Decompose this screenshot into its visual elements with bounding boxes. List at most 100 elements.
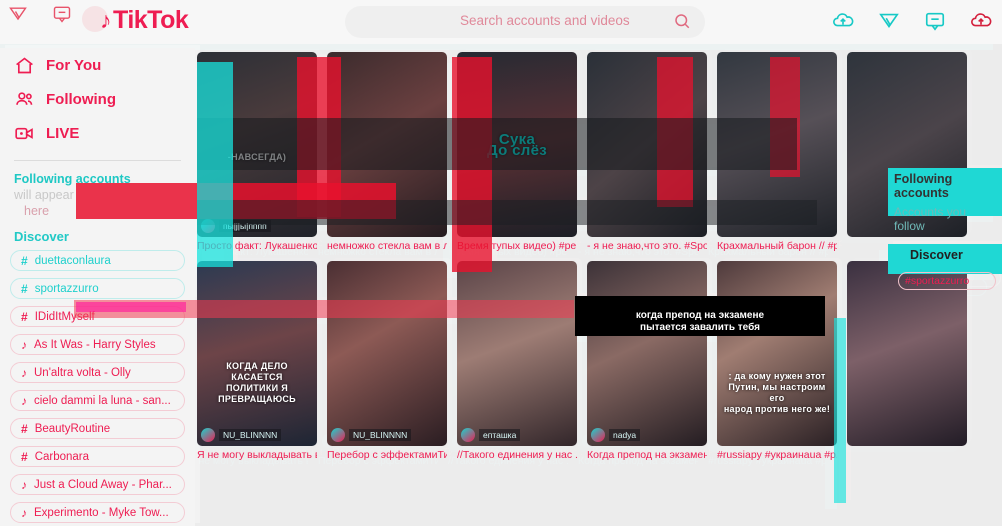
discover-chip[interactable]: ♪ Just a Cloud Away - Phar... [10,474,185,495]
glitch-band-cyan-2 [834,318,846,503]
discover-chip[interactable]: ♪ cielo dammi la luna - san... [10,390,185,411]
sidebar-item-for-you[interactable]: For You [0,48,195,82]
right-ghost-following-panel: Following accounts Accounts you follow [888,168,1002,233]
video-user-bar[interactable]: nadya [591,428,703,442]
tiktok-app-window: ♪TikTok Search accounts and videos [0,0,1002,526]
discover-chip[interactable]: # duettaconlaura [10,250,185,271]
video-card[interactable] [847,261,967,462]
avatar[interactable] [591,428,605,442]
discover-chip-label: BeautyRoutine [34,422,111,435]
discover-chip[interactable]: ♪ Un'altra volta - Olly [10,362,185,383]
video-thumbnail[interactable]: NU_BLINNNN [327,261,447,446]
glitch-band-dark-1 [197,118,797,170]
discover-chip-label: Just a Cloud Away - Phar... [34,478,172,491]
video-user-bar[interactable]: епташка [461,428,573,442]
avatar[interactable] [201,428,215,442]
search-input[interactable]: Search accounts and videos [460,13,630,28]
video-thumbnail[interactable]: : да кому нужен этот Путин, мы настроим … [717,261,837,446]
glitch-band-cyan-1 [197,62,233,267]
message-icon[interactable] [52,4,72,24]
thumbnail-image [587,261,707,446]
discover-chip[interactable]: # Carbonara [10,446,185,467]
right-ghost-chip[interactable]: #sportazzurro [898,272,996,290]
discover-chip-label: duettaconlaura [34,254,111,267]
video-username: NU_BLINNNN [219,429,282,441]
discover-chip[interactable]: # BeautyRoutine [10,418,185,439]
music-note-icon: ♪ [21,505,27,520]
sidebar-divider [14,160,181,161]
video-user-bar[interactable]: NU_BLINNNN [201,428,313,442]
thumbnail-image [717,261,837,446]
floating-caption-text: когда препод на экзамене пытается завали… [635,310,765,333]
right-ghost-subtitle: Accounts you follow [894,205,967,233]
header-ghost-icons [8,4,72,24]
sidebar-label-for-you: For You [46,56,102,74]
feed-row-2: КОГДА ДЕЛО КАСАЕТСЯ ПОЛИТИКИ Я ПРЕВРАЩАЮ… [197,261,1002,462]
hashtag-icon: # [21,309,28,324]
discover-chip[interactable]: ♪ Experimento - Myke Tow... [10,502,185,523]
discover-chip[interactable]: # sportazzurro [10,278,185,299]
right-ghost-title: Following accounts [894,172,953,200]
video-user-bar[interactable]: NU_BLINNNN [331,428,443,442]
main-ui-layer: ♪TikTok Search accounts and videos [0,0,1002,526]
avatar[interactable] [461,428,475,442]
send-icon[interactable] [878,10,900,32]
thumbnail-image [327,261,447,446]
video-caption: Перебор с эффектамиТи... [327,449,447,461]
left-sidebar: For You Following LIVE Following account… [0,48,195,526]
right-ghost-chip-label: #sportazzurro [905,275,970,287]
search-bar[interactable]: Search accounts and videos [345,6,705,38]
upload-icon-duplicate[interactable] [970,10,992,32]
sidebar-label-following: Following [46,90,116,108]
search-icon[interactable] [673,12,691,30]
hashtag-icon: # [21,421,28,436]
video-thumbnail[interactable]: КОГДА ДЕЛО КАСАЕТСЯ ПОЛИТИКИ Я ПРЕВРАЩАЮ… [197,261,317,446]
right-ghost-discover-label: Discover [910,248,963,262]
people-icon [14,89,35,110]
upload-icon[interactable] [832,10,854,32]
discover-chip-label: Carbonara [34,450,90,463]
sidebar-item-live[interactable]: LIVE [0,116,195,150]
video-caption: //Такого единения у нас ... [457,449,577,461]
discover-chip-label: Experimento - Myke Tow... [34,506,169,519]
thumbnail-image [197,261,317,446]
video-caption: - я не знаю,что это. #Spor... [587,240,707,252]
live-icon [14,123,35,144]
discover-chip-label: sportazzurro [34,282,99,295]
music-note-icon: ♪ [21,393,27,408]
discover-chip-list: #duettaconlaura#sportazzurro#IDidItMysel… [0,250,195,523]
video-card[interactable]: епташка //Такого единения у нас ... [457,261,577,462]
tiktok-logo[interactable]: ♪TikTok [100,6,189,35]
right-ghost-discover: Discover [888,244,1002,274]
video-caption: Крахмальный барон // #р... [717,240,837,252]
video-card[interactable]: nadya Когда препод на экзамен... [587,261,707,462]
send-icon[interactable] [8,4,28,24]
tiktok-wordmark: TikTok [113,6,189,34]
discover-chip-label: cielo dammi la luna - san... [34,394,171,407]
glitch-band-dark-2 [197,200,817,225]
discover-chip-label: Un'altra volta - Olly [34,366,131,379]
hashtag-icon: # [21,253,28,268]
sidebar-label-live: LIVE [46,124,80,142]
video-card[interactable]: : да кому нужен этот Путин, мы настроим … [717,261,837,462]
video-card[interactable]: КОГДА ДЕЛО КАСАЕТСЯ ПОЛИТИКИ Я ПРЕВРАЩАЮ… [197,261,317,462]
video-username: NU_BLINNNN [349,429,412,441]
header-action-icons [832,10,992,32]
video-thumbnail[interactable]: nadya [587,261,707,446]
video-thumbnail[interactable]: епташка [457,261,577,446]
avatar[interactable] [331,428,345,442]
music-note-icon: ♪ [21,365,27,380]
tiktok-note-icon: ♪ [100,7,112,33]
discover-chip[interactable]: ♪ As It Was - Harry Styles [10,334,185,355]
app-header: ♪TikTok Search accounts and videos [0,0,1002,44]
sidebar-item-following[interactable]: Following [0,82,195,116]
video-text-overlay: КОГДА ДЕЛО КАСАЕТСЯ ПОЛИТИКИ Я ПРЕВРАЩАЮ… [218,361,296,404]
video-card[interactable]: NU_BLINNNN Перебор с эффектамиТи... [327,261,447,462]
home-icon [14,55,35,76]
video-caption: немножко стекла вам в л... [327,240,447,252]
discover-chip-label: As It Was - Harry Styles [34,338,156,351]
thumbnail-image [457,261,577,446]
video-text-overlay: : да кому нужен этот Путин, мы настроим … [723,371,831,414]
floating-caption-overlay: когда препод на экзамене пытается завали… [575,296,825,336]
message-icon[interactable] [924,10,946,32]
